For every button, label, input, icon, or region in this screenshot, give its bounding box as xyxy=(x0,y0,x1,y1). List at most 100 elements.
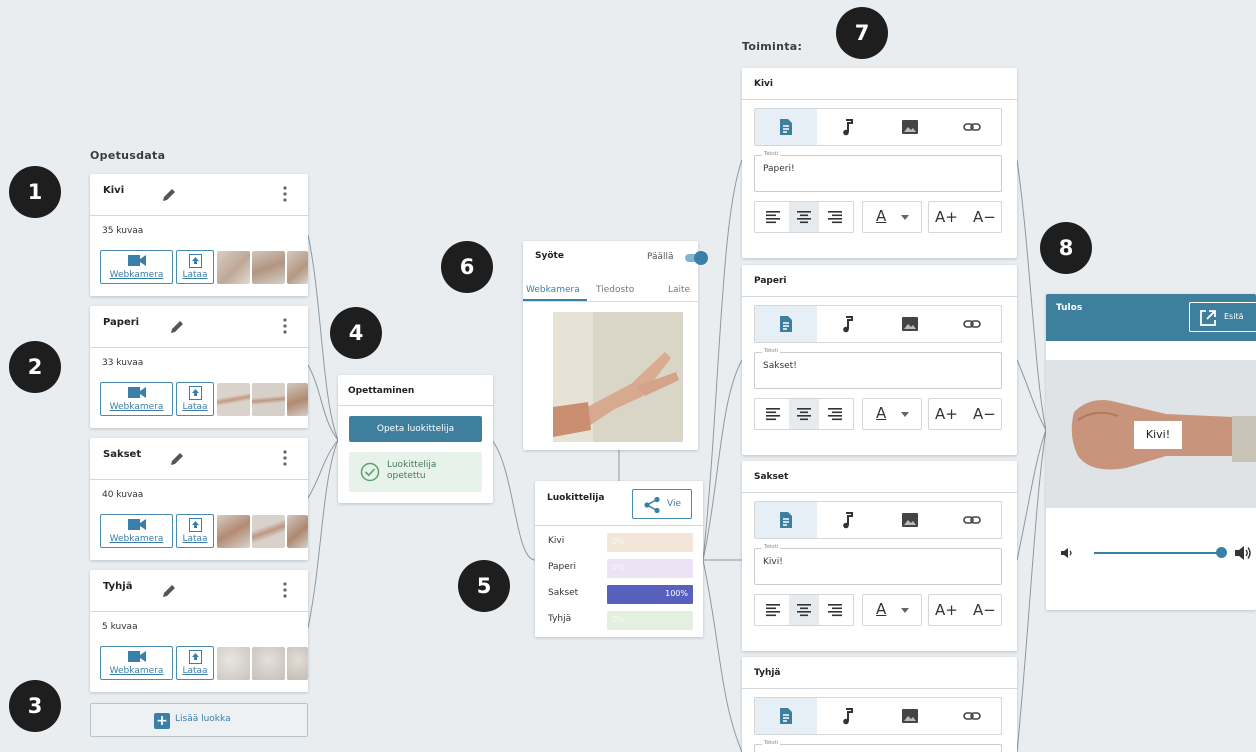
align-right-button[interactable] xyxy=(820,399,850,429)
action-card: Paperi Teksti Sakset! A A+ A− xyxy=(742,265,1017,455)
volume-knob[interactable] xyxy=(1216,547,1227,558)
font-bigger-button[interactable]: A+ xyxy=(935,601,958,619)
sample-thumbnail[interactable] xyxy=(287,251,308,284)
align-center-button[interactable] xyxy=(789,399,819,429)
kebab-menu-icon[interactable] xyxy=(282,317,288,335)
tab-sound-action[interactable] xyxy=(817,109,879,145)
action-card: Kivi Teksti Paperi! A A+ A− xyxy=(742,68,1017,258)
upload-button-label: Lataa xyxy=(182,534,208,544)
class-image-count: 5 kuvaa xyxy=(102,622,138,632)
volume-track[interactable] xyxy=(1094,552,1222,554)
webcam-button[interactable]: Webkamera xyxy=(100,250,173,284)
tab-divider xyxy=(523,301,698,302)
webcam-button[interactable]: Webkamera xyxy=(100,646,173,680)
tab-link-action[interactable] xyxy=(941,109,1003,145)
webcam-button[interactable]: Webkamera xyxy=(100,382,173,416)
font-smaller-button[interactable]: A− xyxy=(973,601,996,619)
sample-thumbnail[interactable] xyxy=(252,515,285,548)
pencil-icon[interactable] xyxy=(160,582,178,600)
train-classifier-button[interactable]: Opeta luokittelija xyxy=(349,416,482,442)
align-right-button[interactable] xyxy=(820,595,850,625)
action-card-title: Paperi xyxy=(754,276,787,286)
font-color-button[interactable]: A xyxy=(862,201,922,233)
align-toolbar xyxy=(754,594,854,626)
caret-down-icon xyxy=(901,608,909,613)
training-status: Luokittelija opetettu xyxy=(349,452,482,492)
action-card-title: Kivi xyxy=(754,79,774,89)
pencil-icon[interactable] xyxy=(160,186,178,204)
align-left-button[interactable] xyxy=(758,202,788,232)
webcam-button[interactable]: Webkamera xyxy=(100,514,173,548)
kebab-menu-icon[interactable] xyxy=(282,185,288,203)
font-color-button[interactable]: A xyxy=(862,594,922,626)
upload-button[interactable]: Lataa xyxy=(176,382,214,416)
tab-image-action[interactable] xyxy=(879,698,941,734)
font-bigger-button[interactable]: A+ xyxy=(935,208,958,226)
upload-button-label: Lataa xyxy=(182,402,208,412)
action-text-value: Sakset! xyxy=(763,361,797,371)
font-smaller-button[interactable]: A− xyxy=(973,208,996,226)
tab-text-action[interactable] xyxy=(755,698,817,734)
align-center-button[interactable] xyxy=(789,595,819,625)
align-left-button[interactable] xyxy=(758,399,788,429)
tab-text-action[interactable] xyxy=(755,306,817,342)
font-color-button[interactable]: A xyxy=(862,398,922,430)
font-smaller-button[interactable]: A− xyxy=(973,405,996,423)
font-bigger-button[interactable]: A+ xyxy=(935,405,958,423)
action-text-field[interactable]: Teksti Sakset! xyxy=(754,348,1002,389)
sample-thumbnail[interactable] xyxy=(252,251,285,284)
present-button[interactable]: Esitä xyxy=(1189,302,1256,332)
sample-thumbnail[interactable] xyxy=(217,383,250,416)
kebab-menu-icon[interactable] xyxy=(282,449,288,467)
tab-image-action[interactable] xyxy=(879,306,941,342)
tab-file[interactable]: Tiedosto xyxy=(596,285,634,295)
kebab-menu-icon[interactable] xyxy=(282,581,288,599)
action-text-field[interactable]: Teksti Kivi! xyxy=(754,544,1002,585)
sample-thumbnail[interactable] xyxy=(287,515,308,548)
tab-webcam[interactable]: Webkamera xyxy=(526,285,580,295)
tab-text-action[interactable] xyxy=(755,109,817,145)
action-text-field[interactable]: Teksti Paperi! xyxy=(754,151,1002,192)
action-text-field[interactable]: Teksti xyxy=(754,740,1002,752)
sample-thumbnail[interactable] xyxy=(252,647,285,680)
upload-button[interactable]: Lataa xyxy=(176,250,214,284)
export-button[interactable]: Vie xyxy=(632,489,692,519)
classifier-confidence-percent: 100% xyxy=(665,589,688,598)
tab-sound-action[interactable] xyxy=(817,502,879,538)
sample-thumbnail[interactable] xyxy=(217,251,250,284)
sample-thumbnail[interactable] xyxy=(217,515,250,548)
tab-link-action[interactable] xyxy=(941,306,1003,342)
tab-device[interactable]: Laite xyxy=(668,285,690,295)
link-icon xyxy=(963,712,981,720)
text-icon xyxy=(780,119,792,135)
class-card-header: Paperi xyxy=(90,306,308,348)
pencil-icon[interactable] xyxy=(168,318,186,336)
action-card-title: Sakset xyxy=(754,472,789,482)
align-center-button[interactable] xyxy=(789,202,819,232)
tab-link-action[interactable] xyxy=(941,502,1003,538)
divider xyxy=(535,525,703,526)
tab-text-action[interactable] xyxy=(755,502,817,538)
tab-sound-action[interactable] xyxy=(817,698,879,734)
pencil-icon[interactable] xyxy=(168,450,186,468)
tab-link-action[interactable] xyxy=(941,698,1003,734)
tab-image-action[interactable] xyxy=(879,109,941,145)
sample-thumbnail[interactable] xyxy=(287,647,308,680)
volume-low-icon[interactable] xyxy=(1060,546,1074,560)
upload-button[interactable]: Lataa xyxy=(176,514,214,548)
add-class-button[interactable]: + Lisää luokka xyxy=(90,703,308,737)
align-right-button[interactable] xyxy=(820,202,850,232)
caret-down-icon xyxy=(901,215,909,220)
sample-thumbnail[interactable] xyxy=(217,647,250,680)
sample-thumbnail[interactable] xyxy=(252,383,285,416)
tab-image-action[interactable] xyxy=(879,502,941,538)
align-left-button[interactable] xyxy=(758,595,788,625)
sample-thumbnail[interactable] xyxy=(287,383,308,416)
upload-icon xyxy=(189,518,202,532)
upload-button[interactable]: Lataa xyxy=(176,646,214,680)
text-icon xyxy=(780,708,792,724)
volume-high-icon[interactable] xyxy=(1234,544,1252,562)
input-toggle[interactable] xyxy=(685,251,708,265)
action-text-field-label: Teksti xyxy=(762,740,781,746)
tab-sound-action[interactable] xyxy=(817,306,879,342)
